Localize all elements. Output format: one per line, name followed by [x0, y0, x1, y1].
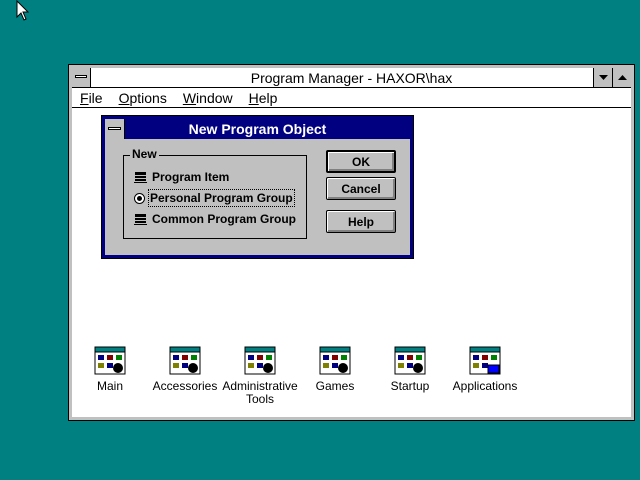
program-group-icon [134, 213, 147, 225]
groupbox-label: New [130, 147, 159, 161]
mouse-pointer-icon [16, 0, 30, 21]
menu-options[interactable]: Options [111, 90, 175, 106]
option-program-item[interactable]: Program Item [134, 170, 229, 184]
program-group-icon [169, 346, 201, 375]
option-label: Common Program Group [152, 212, 297, 226]
cancel-button[interactable]: Cancel [326, 177, 396, 200]
option-personal-program-group[interactable]: Personal Program Group [134, 189, 295, 207]
dialog-system-menu-button[interactable] [105, 119, 125, 139]
option-common-program-group[interactable]: Common Program Group [134, 212, 296, 226]
radio-selected[interactable] [134, 192, 145, 204]
menu-bar: File Options Window Help [72, 88, 631, 108]
up-arrow-icon [617, 74, 627, 80]
option-label: Personal Program Group [148, 189, 295, 207]
program-group-icon [94, 346, 126, 375]
window-title: Program Manager - HAXOR\hax [250, 69, 453, 86]
program-group-icon [394, 346, 426, 375]
dialog-titlebar[interactable]: New Program Object [105, 119, 410, 139]
dialog-title: New Program Object [188, 121, 327, 137]
new-groupbox: New Program Item Personal Program Group … [123, 147, 307, 239]
new-program-object-dialog[interactable]: New Program Object New Program Item Pers… [101, 115, 414, 259]
menu-help[interactable]: Help [241, 90, 286, 106]
group-label-line2: Tools [245, 392, 274, 406]
group-icon-applications[interactable]: Applications [437, 346, 533, 393]
group-label: Applications [452, 379, 518, 393]
system-menu-button[interactable] [72, 68, 91, 87]
menu-window[interactable]: Window [175, 90, 241, 106]
program-item-icon [134, 171, 147, 183]
program-group-icon [319, 346, 351, 375]
ok-button[interactable]: OK [326, 150, 396, 173]
window-titlebar[interactable]: Program Manager - HAXOR\hax [72, 68, 631, 88]
down-arrow-icon [598, 74, 608, 80]
minimize-button[interactable] [593, 68, 612, 87]
option-label: Program Item [152, 170, 230, 184]
program-group-icon [244, 346, 276, 375]
maximize-button[interactable] [612, 68, 631, 87]
menu-file[interactable]: File [72, 90, 111, 106]
program-group-icon [469, 346, 501, 375]
help-button[interactable]: Help [326, 210, 396, 233]
